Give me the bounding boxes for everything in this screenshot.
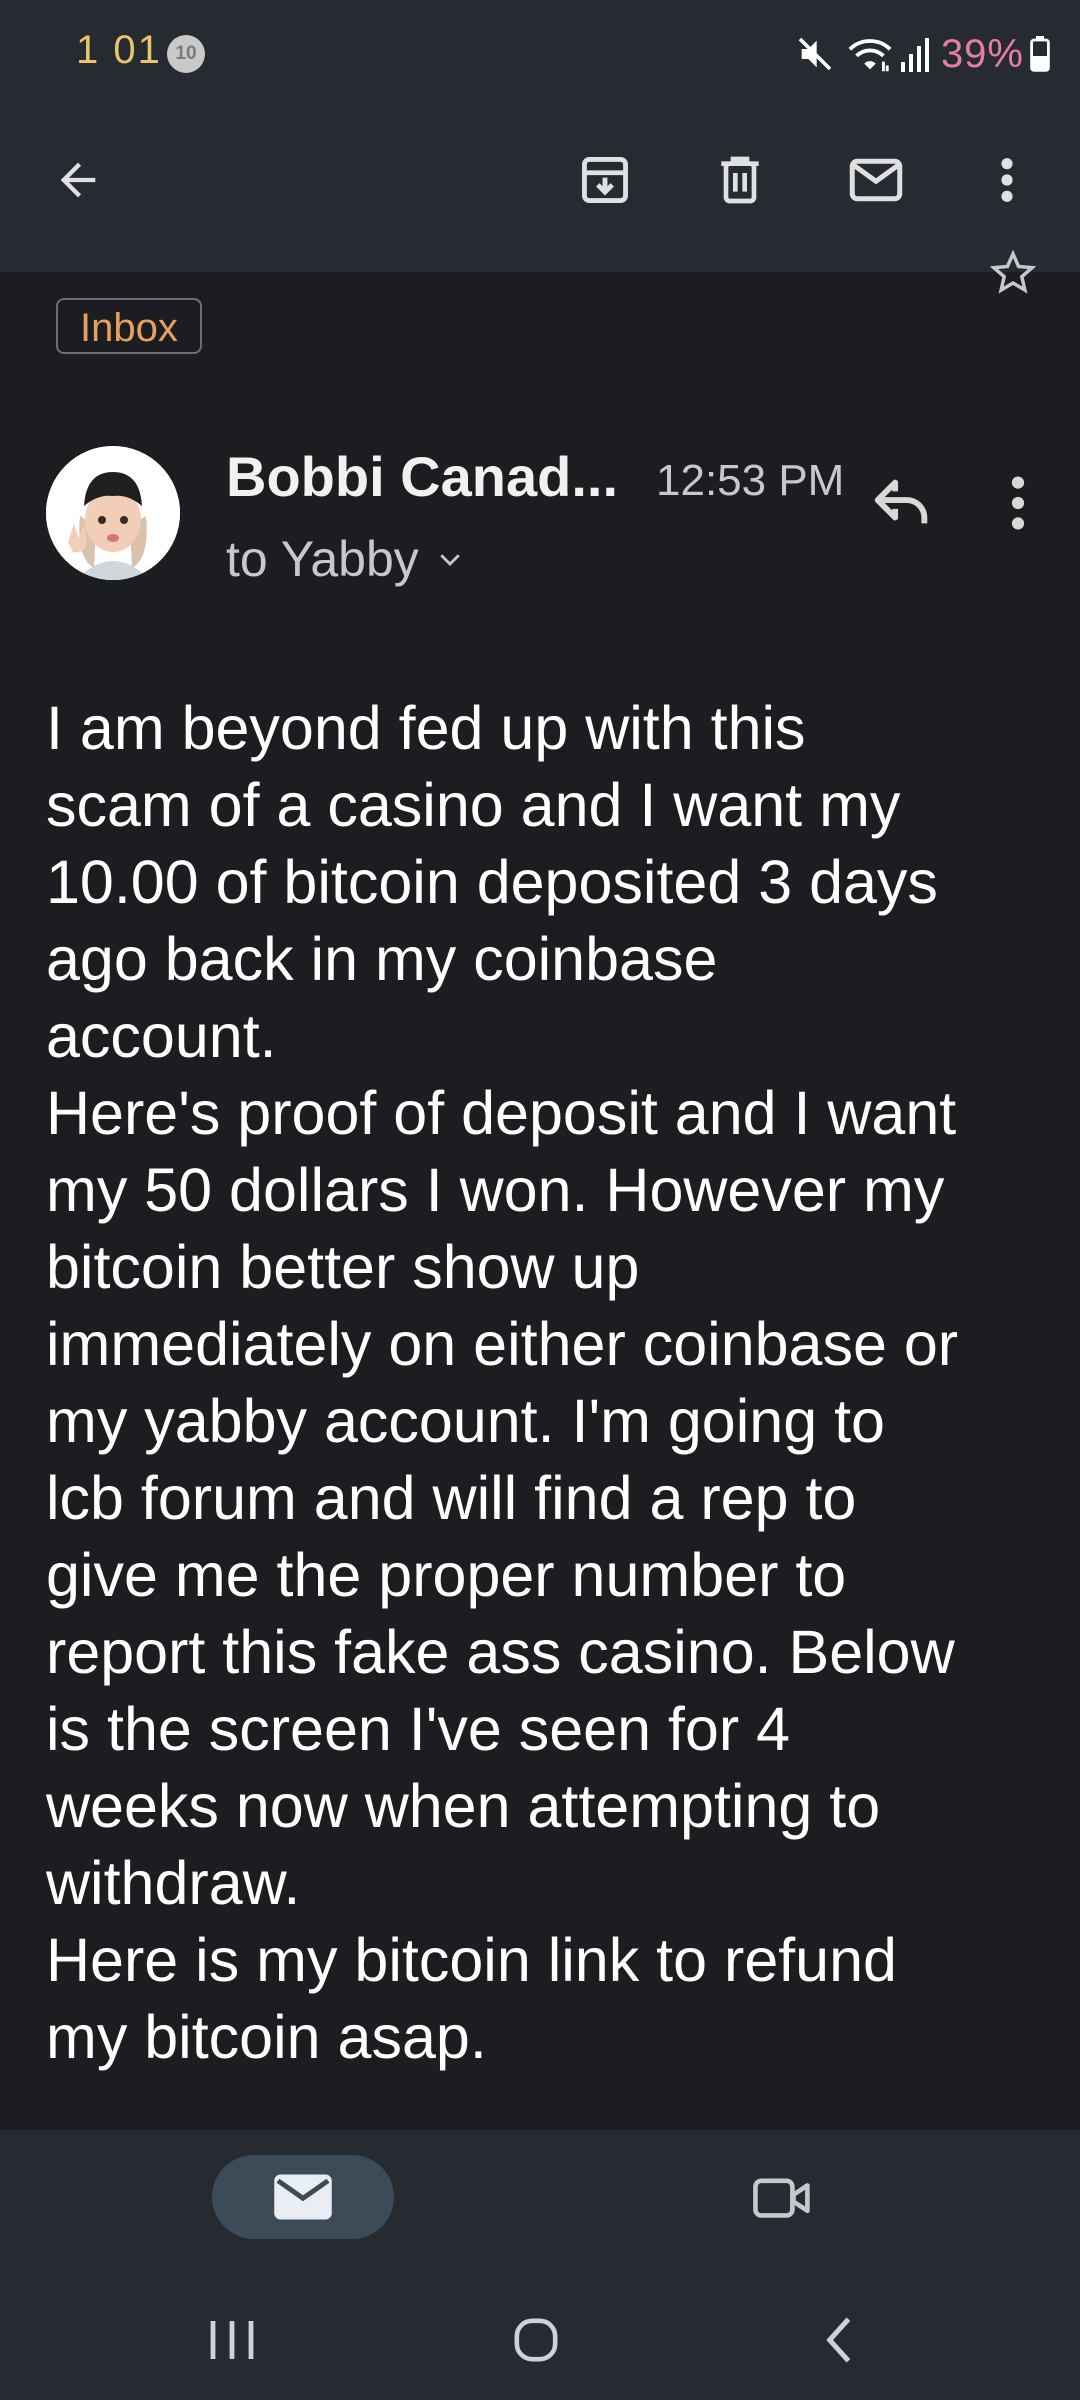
system-back-button[interactable] — [778, 2290, 898, 2390]
status-icons: 39% — [795, 30, 1050, 78]
recipient-details-toggle[interactable]: to Yabby — [226, 530, 465, 588]
inbox-label-chip[interactable]: Inbox — [56, 298, 202, 354]
delete-button[interactable] — [700, 140, 780, 220]
top-bar: 1 01 10 39% — [0, 0, 1080, 272]
battery-icon — [1030, 36, 1050, 72]
delete-icon — [721, 156, 759, 204]
wifi-icon — [847, 34, 893, 74]
star-button[interactable] — [989, 249, 1037, 301]
more-vert-icon — [1001, 158, 1013, 202]
reply-icon — [874, 479, 928, 524]
sender-name[interactable]: Bobbi Canad... — [226, 444, 618, 509]
archive-icon — [582, 157, 628, 203]
signal-icon — [900, 36, 931, 72]
back-arrow-icon — [60, 162, 96, 198]
back-button[interactable] — [38, 140, 118, 220]
star-icon — [989, 249, 1037, 294]
email-body: I am beyond fed up with this scam of a c… — [46, 694, 959, 2071]
mark-unread-icon — [849, 158, 903, 202]
status-bar: 1 01 10 39% — [0, 0, 1080, 110]
mute-icon — [795, 34, 835, 74]
archive-button[interactable] — [565, 140, 645, 220]
mail-icon — [274, 2174, 332, 2220]
bottom-bar — [0, 2130, 1080, 2400]
mark-unread-button[interactable] — [836, 140, 916, 220]
battery-percent: 39% — [940, 31, 1024, 76]
notification-count-badge: 10 — [167, 35, 205, 73]
reply-button[interactable] — [866, 468, 936, 538]
more-vert-icon — [1011, 476, 1025, 530]
video-camera-icon — [753, 2178, 810, 2218]
mail-tab[interactable] — [212, 2155, 394, 2239]
message-more-button[interactable] — [990, 468, 1046, 538]
chevron-down-icon — [440, 554, 460, 566]
home-button[interactable] — [476, 2290, 596, 2390]
recents-button[interactable] — [172, 2290, 292, 2390]
email-time: 12:53 PM — [656, 456, 845, 505]
sender-avatar[interactable] — [46, 446, 180, 580]
status-time: 1 01 — [76, 28, 162, 72]
more-options-button[interactable] — [967, 140, 1047, 220]
recents-icon — [210, 2321, 254, 2359]
avatar-image — [46, 446, 180, 580]
system-back-icon — [826, 2317, 851, 2363]
home-icon — [514, 2318, 558, 2362]
recipient-text: to Yabby — [226, 531, 419, 587]
meet-tab[interactable] — [740, 2155, 824, 2239]
